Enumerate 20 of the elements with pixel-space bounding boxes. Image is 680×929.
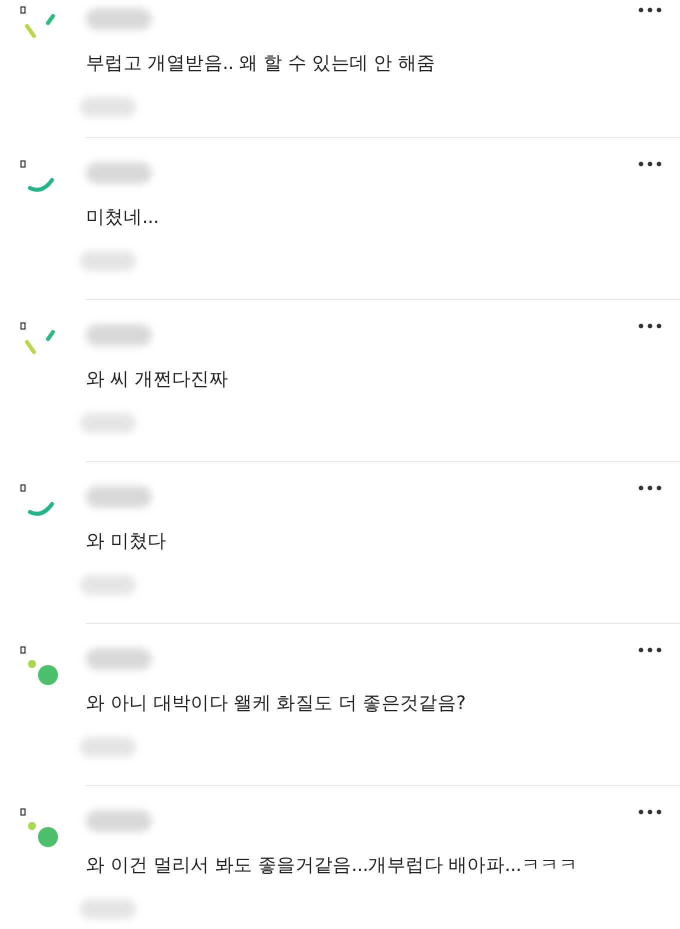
blurred-username [86, 324, 152, 346]
more-icon[interactable] [638, 6, 662, 14]
blurred-username [86, 162, 152, 184]
comment-text: 미쳤네... [86, 206, 160, 229]
more-icon[interactable] [638, 484, 662, 492]
comment-text: 와 이건 멀리서 봐도 좋을거같음...개부럽다 배아파...ㅋㅋㅋ [86, 854, 578, 877]
blurred-username [86, 486, 152, 508]
more-icon[interactable] [638, 808, 662, 816]
blurred-username [86, 648, 152, 670]
comment-text: 부럽고 개열받음.. 왜 할 수 있는데 안 해줌 [86, 52, 436, 75]
comment-text: 와 씨 개쩐다진짜 [86, 368, 230, 391]
blurred-username [86, 810, 152, 832]
avatar-icon [18, 646, 58, 686]
more-icon[interactable] [638, 160, 662, 168]
avatar-icon [18, 808, 58, 848]
more-icon[interactable] [638, 322, 662, 330]
blurred-username [86, 8, 152, 30]
more-icon[interactable] [638, 646, 662, 654]
comment-text: 와 아니 대박이다 왤케 화질도 더 좋은것같음? [86, 692, 467, 715]
comment-text: 와 미쳤다 [86, 530, 168, 553]
